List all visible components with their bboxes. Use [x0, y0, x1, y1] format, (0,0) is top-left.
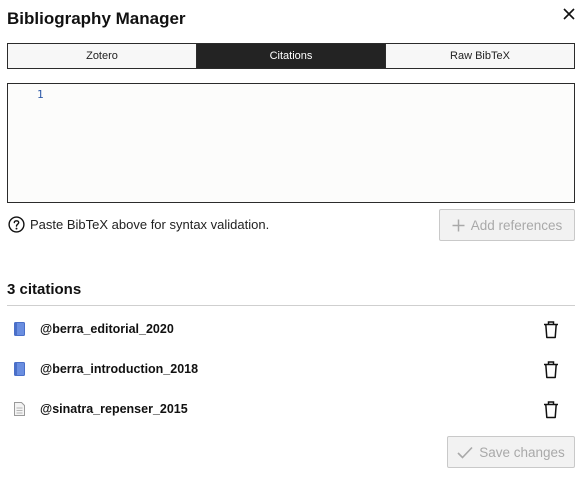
- trash-icon[interactable]: [543, 360, 559, 379]
- bibtex-editor[interactable]: 1: [7, 83, 575, 203]
- trash-icon[interactable]: [543, 400, 559, 419]
- hint-text: Paste BibTeX above for syntax validation…: [30, 217, 270, 232]
- citation-key: @sinatra_repenser_2015: [40, 402, 188, 416]
- citation-key: @berra_editorial_2020: [40, 322, 174, 336]
- dialog-title: Bibliography Manager: [7, 9, 186, 28]
- save-changes-button[interactable]: Save changes: [447, 436, 575, 468]
- book-icon: [14, 322, 25, 336]
- document-icon: [14, 402, 25, 416]
- citation-count: 3 citations: [7, 281, 82, 298]
- tab-citations[interactable]: Citations: [197, 44, 386, 68]
- divider: [7, 305, 575, 306]
- line-number: 1: [37, 88, 44, 101]
- add-references-label: Add references: [470, 217, 563, 233]
- plus-icon: [452, 219, 465, 231]
- close-button[interactable]: [559, 4, 579, 24]
- add-references-button[interactable]: Add references: [439, 209, 575, 241]
- list-item: @berra_editorial_2020: [7, 310, 575, 350]
- help-circle-icon: [8, 216, 25, 233]
- close-icon: [563, 8, 575, 20]
- citation-key: @berra_introduction_2018: [40, 362, 199, 376]
- tab-zotero[interactable]: Zotero: [8, 44, 197, 68]
- citation-list: @berra_editorial_2020 @berra_introductio…: [7, 310, 575, 430]
- check-icon: [457, 446, 473, 459]
- list-item: @sinatra_repenser_2015: [7, 390, 575, 430]
- trash-icon[interactable]: [543, 320, 559, 339]
- tab-bar: Zotero Citations Raw BibTeX: [7, 43, 575, 69]
- book-icon: [14, 362, 25, 376]
- list-item: @berra_introduction_2018: [7, 350, 575, 390]
- validation-hint: Paste BibTeX above for syntax validation…: [8, 216, 269, 233]
- save-changes-label: Save changes: [479, 444, 565, 460]
- tab-raw-bibtex[interactable]: Raw BibTeX: [386, 44, 574, 68]
